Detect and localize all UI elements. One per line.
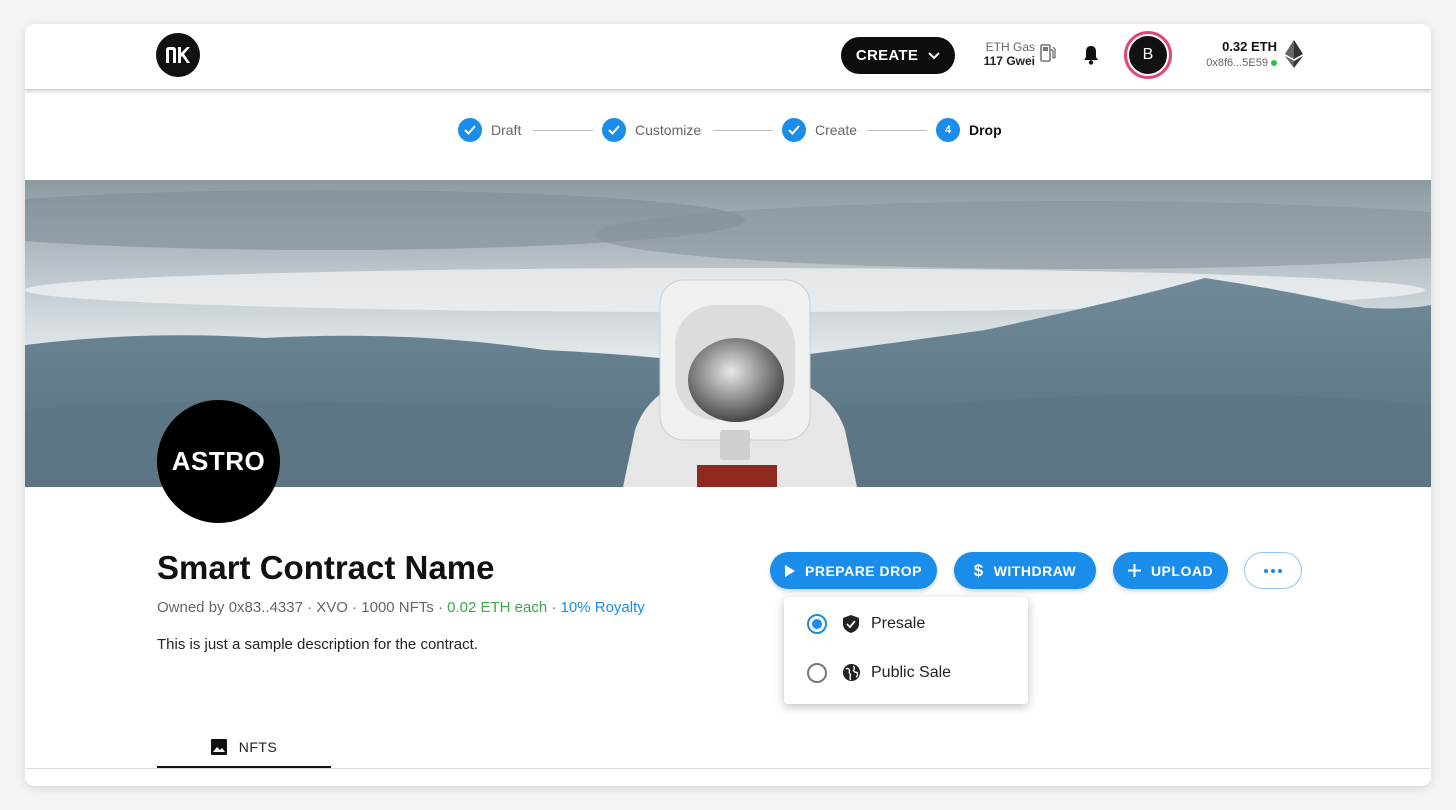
prepare-drop-label: PREPARE DROP (805, 562, 922, 579)
menu-item-presale[interactable]: Presale (784, 602, 1028, 646)
image-icon (210, 739, 227, 755)
step-label: Drop (969, 122, 1002, 138)
app-logo[interactable] (156, 33, 200, 77)
meta-owner: Owned by 0x83..4337 · XVO · 1000 NFTs · (157, 599, 448, 616)
step-drop[interactable]: 4 Drop (936, 118, 1002, 142)
play-icon (785, 564, 795, 577)
step-create[interactable]: Create (782, 118, 857, 142)
logo-mark-icon (166, 47, 190, 63)
top-header: CREATE ETH Gas 117 Gwei B 0.32 ETH 0x8f6… (25, 24, 1431, 90)
meta-price: 0.02 ETH each (447, 599, 548, 616)
tab-label: NFTS (238, 739, 278, 755)
step-label: Create (815, 122, 858, 138)
shield-icon (843, 615, 859, 633)
wallet-address: 0x8f6...5E59 (1206, 57, 1268, 69)
contract-meta: Owned by 0x83..4337 · XVO · 1000 NFTs · … (157, 599, 645, 616)
chevron-down-icon (928, 51, 940, 59)
gas-value: 117 Gwei (983, 54, 1035, 68)
gas-label: ETH Gas (985, 40, 1035, 54)
check-icon (602, 118, 626, 142)
upload-label: UPLOAD (1150, 562, 1214, 579)
create-label: CREATE (855, 47, 919, 64)
wallet-address-row: 0x8f6...5E59 (1185, 55, 1277, 71)
check-icon (458, 118, 482, 142)
bell-icon[interactable] (1081, 44, 1101, 66)
more-options-button[interactable] (1244, 552, 1302, 589)
contract-description: This is just a sample description for th… (157, 636, 478, 653)
meta-separator: · (547, 599, 561, 616)
menu-label: Public Sale (871, 664, 952, 681)
step-label: Customize (635, 122, 702, 138)
gas-indicator: ETH Gas 117 Gwei (975, 40, 1035, 68)
step-connector (867, 130, 927, 131)
step-number: 4 (936, 118, 960, 142)
drop-type-menu: Presale Public Sale (784, 597, 1028, 704)
tab-nfts[interactable]: NFTS (157, 728, 331, 768)
dollar-icon: $ (973, 560, 984, 580)
avatar-initial: B (1129, 36, 1167, 74)
create-button[interactable]: CREATE (841, 37, 955, 74)
wallet-balance: 0.32 ETH (1222, 39, 1277, 54)
step-connector (713, 130, 773, 131)
globe-icon (842, 663, 861, 682)
step-customize[interactable]: Customize (602, 118, 701, 142)
more-horizontal-icon (1264, 568, 1282, 573)
connected-dot (1271, 60, 1277, 67)
progress-stepper: Draft Customize Create 4 Drop (25, 114, 1431, 148)
wallet-info[interactable]: 0.32 ETH 0x8f6...5E59 (1185, 39, 1277, 71)
ethereum-icon (1285, 40, 1303, 68)
menu-label: Presale (871, 615, 926, 632)
menu-item-public-sale[interactable]: Public Sale (784, 651, 1028, 695)
upload-button[interactable]: UPLOAD (1113, 552, 1228, 589)
step-label: Draft (491, 122, 522, 138)
contract-title: Smart Contract Name (157, 549, 495, 586)
check-icon (782, 118, 806, 142)
contract-logo: ASTRO (157, 400, 280, 523)
meta-royalty: 10% Royalty (560, 599, 645, 616)
app-window: CREATE ETH Gas 117 Gwei B 0.32 ETH 0x8f6… (25, 24, 1431, 786)
user-avatar[interactable]: B (1124, 31, 1172, 79)
withdraw-label: WITHDRAW (993, 562, 1077, 579)
gas-pump-icon (1040, 44, 1056, 62)
step-connector (533, 130, 593, 131)
public-sale-radio[interactable] (807, 663, 827, 683)
step-draft[interactable]: Draft (458, 118, 521, 142)
tab-divider (25, 768, 1431, 769)
withdraw-button[interactable]: $ WITHDRAW (954, 552, 1096, 589)
prepare-drop-button[interactable]: PREPARE DROP (770, 552, 937, 589)
presale-radio[interactable] (807, 614, 827, 634)
plus-icon (1127, 564, 1141, 577)
